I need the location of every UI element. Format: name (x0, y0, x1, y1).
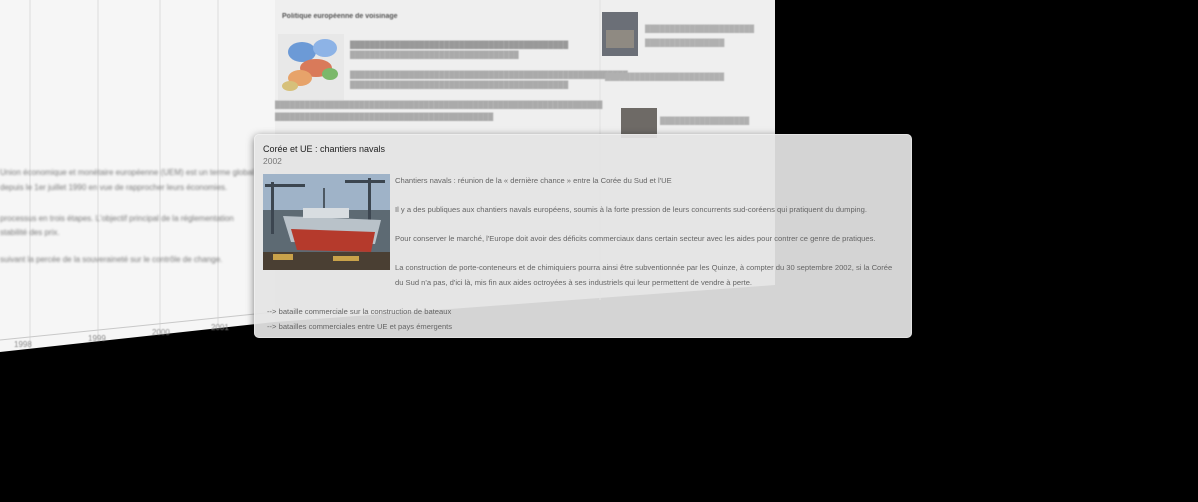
bg-line: ████████████████████████████████████████… (350, 42, 569, 49)
bg-left-line: suivant la percée de la souveraineté sur… (0, 255, 223, 264)
year-tick: 1999 (88, 334, 106, 343)
related-links: --> bataille commerciale sur la construc… (267, 305, 452, 334)
bg-line: ████████████████████████████████████████… (350, 82, 569, 89)
event-paragraph: La construction de porte-conteneurs et d… (395, 263, 893, 287)
shipyard-illustration (263, 174, 390, 270)
bg-left-line: stabilité des prix. (0, 228, 60, 237)
bg-line: ██████████████████ (660, 118, 750, 125)
year-tick: 2001 (211, 323, 229, 332)
bg-line: ████████████████████████████████████████… (350, 72, 628, 79)
shipyard-photo (263, 174, 390, 270)
bg-line: ██████████████████████ (645, 26, 755, 33)
event-paragraph: Pour conserver le marché, l'Europe doit … (395, 234, 876, 243)
event-year: 2002 (263, 156, 282, 166)
event-title: Corée et UE : chantiers navals (263, 144, 386, 154)
bg-section-heading: Politique européenne de voisinage (282, 13, 398, 20)
event-paragraph: Chantiers navals : réunion de la « derni… (395, 176, 672, 185)
bg-line: ████████████████████████████████████████… (275, 102, 603, 109)
related-link[interactable]: --> batailles commerciales entre UE et p… (267, 320, 452, 335)
bg-line: ████████████████████████ (605, 74, 725, 81)
event-detail-card[interactable]: Corée et UE : chantiers navals 2002 Chan… (254, 134, 912, 338)
bg-left-line: depuis le 1er juillet 1990 en vue de rap… (0, 183, 228, 192)
event-paragraph: Il y a des publiques aux chantiers naval… (395, 205, 867, 214)
related-link[interactable]: --> bataille commerciale sur la construc… (267, 305, 452, 320)
year-tick: 1998 (14, 340, 32, 349)
bg-line: ██████████████████████████████████ (350, 52, 519, 59)
year-tick: 2000 (152, 328, 170, 337)
bg-line: ████████████████████████████████████████… (275, 114, 494, 121)
bg-left-line: processus en trois étapes. L'objectif pr… (0, 214, 234, 223)
bg-line: ████████████████ (645, 40, 725, 47)
bg-left-line: Union économique et monétaire européenne… (0, 168, 254, 177)
event-description: Chantiers navals : réunion de la « derni… (395, 174, 900, 305)
